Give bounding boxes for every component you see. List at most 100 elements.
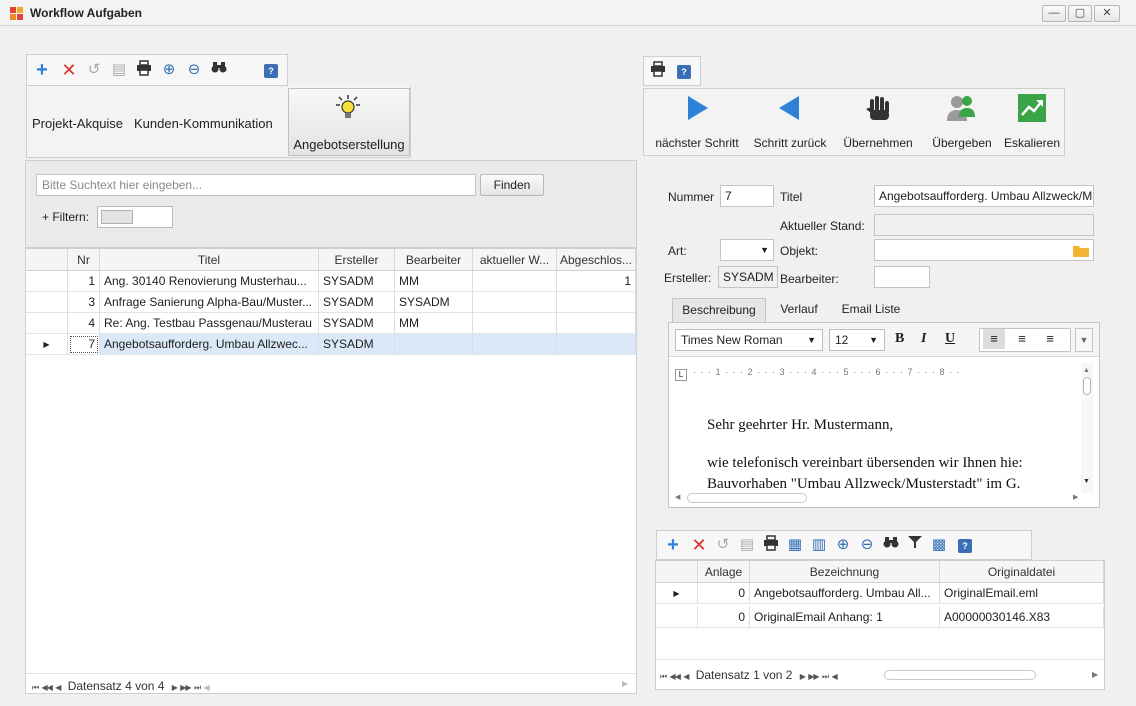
column-header-bearbeiter[interactable]: Bearbeiter [395, 249, 473, 271]
italic-icon[interactable]: I [921, 331, 926, 347]
last-record-icon[interactable]: ⏭ [194, 683, 201, 692]
help-icon[interactable]: ? [955, 535, 975, 555]
prev-record-icon[interactable]: ◀ [683, 672, 689, 681]
trend-up-icon [1018, 94, 1046, 122]
column-header-aktueller[interactable]: aktueller W... [473, 249, 557, 271]
align-right-icon[interactable]: ≡ [1039, 329, 1061, 349]
binoculars-icon[interactable] [209, 60, 229, 80]
first-record-icon[interactable]: ⏮ [660, 672, 667, 681]
help-icon[interactable]: ? [261, 60, 281, 80]
column-header-bezeichnung[interactable]: Bezeichnung [750, 561, 940, 583]
filter-toggle[interactable] [97, 206, 173, 228]
zoom-out-icon[interactable]: ⊖ [857, 535, 877, 555]
next-page-icon[interactable]: ▶▶ [180, 683, 191, 692]
editor-vertical-scrollbar[interactable]: ▲ ▼ [1081, 363, 1093, 493]
first-record-icon[interactable]: ⏮ [32, 683, 39, 692]
category-projekt-akquise[interactable]: Projekt-Akquise [32, 116, 123, 131]
toolbar-overflow-icon[interactable]: ▼ [1075, 328, 1093, 352]
undo-icon[interactable]: ↺ [713, 535, 733, 555]
cell-nr: 4 [68, 313, 100, 334]
close-button[interactable]: ✕ [1094, 5, 1120, 22]
tab-email-liste[interactable]: Email Liste [836, 298, 906, 322]
delete-icon[interactable]: ✕ [59, 60, 79, 80]
category-angebotserstellung[interactable]: Angebotserstellung [288, 88, 410, 156]
maximize-button[interactable]: ▢ [1068, 5, 1092, 22]
folder-icon[interactable] [1073, 243, 1089, 260]
art-select[interactable]: ▼ [720, 239, 774, 261]
add-icon[interactable]: + [32, 60, 52, 80]
objekt-field[interactable] [874, 239, 1094, 261]
take-over-button[interactable]: Übernehmen [836, 93, 920, 150]
prev-page-icon[interactable]: ◀◀ [670, 672, 681, 681]
delete-icon[interactable]: ✕ [689, 535, 709, 555]
columns-icon[interactable]: ▥ [809, 535, 829, 555]
stand-label: Aktueller Stand: [780, 219, 865, 233]
save-icon[interactable]: ▤ [737, 535, 757, 555]
font-family-select[interactable]: Times New Roman ▼ [675, 329, 823, 351]
print-icon[interactable] [761, 535, 781, 555]
last-record-icon[interactable]: ⏭ [822, 672, 829, 681]
scroll-right-icon[interactable]: ▶ [1092, 670, 1098, 679]
prev-page-icon[interactable]: ◀◀ [42, 683, 53, 692]
workflow-action-bar: nächster Schritt Schritt zurück Übernehm… [643, 88, 1065, 156]
undo-icon[interactable]: ↺ [84, 60, 104, 80]
column-header-originaldatei[interactable]: Originaldatei [940, 561, 1104, 583]
save-icon[interactable]: ▤ [109, 60, 129, 80]
stand-field[interactable] [874, 214, 1094, 236]
cell-nr: 1 [68, 271, 100, 292]
next-record-icon[interactable]: ▶ [800, 672, 806, 681]
escalate-button[interactable]: Eskalieren [1000, 93, 1064, 150]
next-page-icon[interactable]: ▶▶ [808, 672, 819, 681]
font-size-select[interactable]: 12 ▼ [829, 329, 885, 351]
column-header-abgeschlossen[interactable]: Abgeschlos... [557, 249, 636, 271]
zoom-in-icon[interactable]: ⊕ [833, 535, 853, 555]
scroll-left-icon[interactable]: ◀ [675, 493, 680, 501]
editor-horizontal-scrollbar[interactable] [687, 493, 807, 503]
step-back-button[interactable]: Schritt zurück [748, 93, 832, 150]
titel-field[interactable]: Angebotsaufforderg. Umbau Allzweck/M [874, 185, 1094, 207]
column-header-ersteller[interactable]: Ersteller [319, 249, 395, 271]
add-icon[interactable]: + [663, 535, 683, 555]
underline-icon[interactable]: U [945, 331, 955, 347]
preview-icon[interactable]: ▦ [785, 535, 805, 555]
grid-settings-icon[interactable]: ▩ [929, 535, 949, 555]
category-kunden-kommunikation[interactable]: Kunden-Kommunikation [134, 116, 273, 131]
scroll-left-icon[interactable]: ◀ [831, 672, 837, 681]
ersteller-field[interactable]: SYSADM [718, 266, 778, 288]
align-center-icon[interactable]: ≡ [1011, 329, 1033, 349]
print-icon[interactable] [134, 60, 154, 80]
tab-verlauf[interactable]: Verlauf [774, 298, 824, 322]
tab-beschreibung[interactable]: Beschreibung [672, 298, 766, 322]
prev-record-icon[interactable]: ◀ [55, 683, 61, 692]
next-step-button[interactable]: nächster Schritt [648, 93, 746, 150]
find-button[interactable]: Finden [480, 174, 544, 196]
binoculars-icon[interactable] [881, 535, 901, 555]
column-header-nr[interactable]: Nr [68, 249, 100, 271]
scroll-left-icon[interactable]: ◀ [203, 683, 209, 692]
column-header-anlage[interactable]: Anlage [698, 561, 750, 583]
right-toolbar: ? [643, 56, 701, 86]
hand-over-button[interactable]: Übergeben [922, 93, 1002, 150]
cell-aktueller [473, 334, 557, 355]
next-record-icon[interactable]: ▶ [172, 683, 178, 692]
description-editor[interactable]: Times New Roman ▼ 12 ▼ B I U ≡ ≡ ≡ ▼ L ·… [668, 322, 1100, 508]
zoom-out-icon[interactable]: ⊖ [184, 60, 204, 80]
minimize-button[interactable]: — [1042, 5, 1066, 22]
cell-ersteller: SYSADM [319, 271, 395, 292]
nummer-field[interactable]: 7 [720, 185, 774, 207]
search-input[interactable]: Bitte Suchtext hier eingeben... [36, 174, 476, 196]
bold-icon[interactable]: B [895, 331, 904, 347]
cell-nr[interactable]: 7 [68, 334, 100, 355]
scroll-right-icon[interactable]: ▶ [1073, 493, 1078, 501]
cell-abgeschlossen: 1 [557, 271, 636, 292]
print-icon[interactable] [648, 61, 668, 81]
column-header-titel[interactable]: Titel [100, 249, 319, 271]
scroll-right-icon[interactable]: ▶ [622, 679, 628, 688]
cell-titel: Anfrage Sanierung Alpha-Bau/Muster... [100, 292, 319, 313]
help-icon[interactable]: ? [674, 61, 694, 81]
zoom-in-icon[interactable]: ⊕ [159, 60, 179, 80]
attachments-horizontal-scrollbar[interactable] [884, 670, 1036, 680]
bearbeiter-field[interactable] [874, 266, 930, 288]
filter-icon[interactable] [905, 535, 925, 555]
align-left-icon[interactable]: ≡ [983, 329, 1005, 349]
